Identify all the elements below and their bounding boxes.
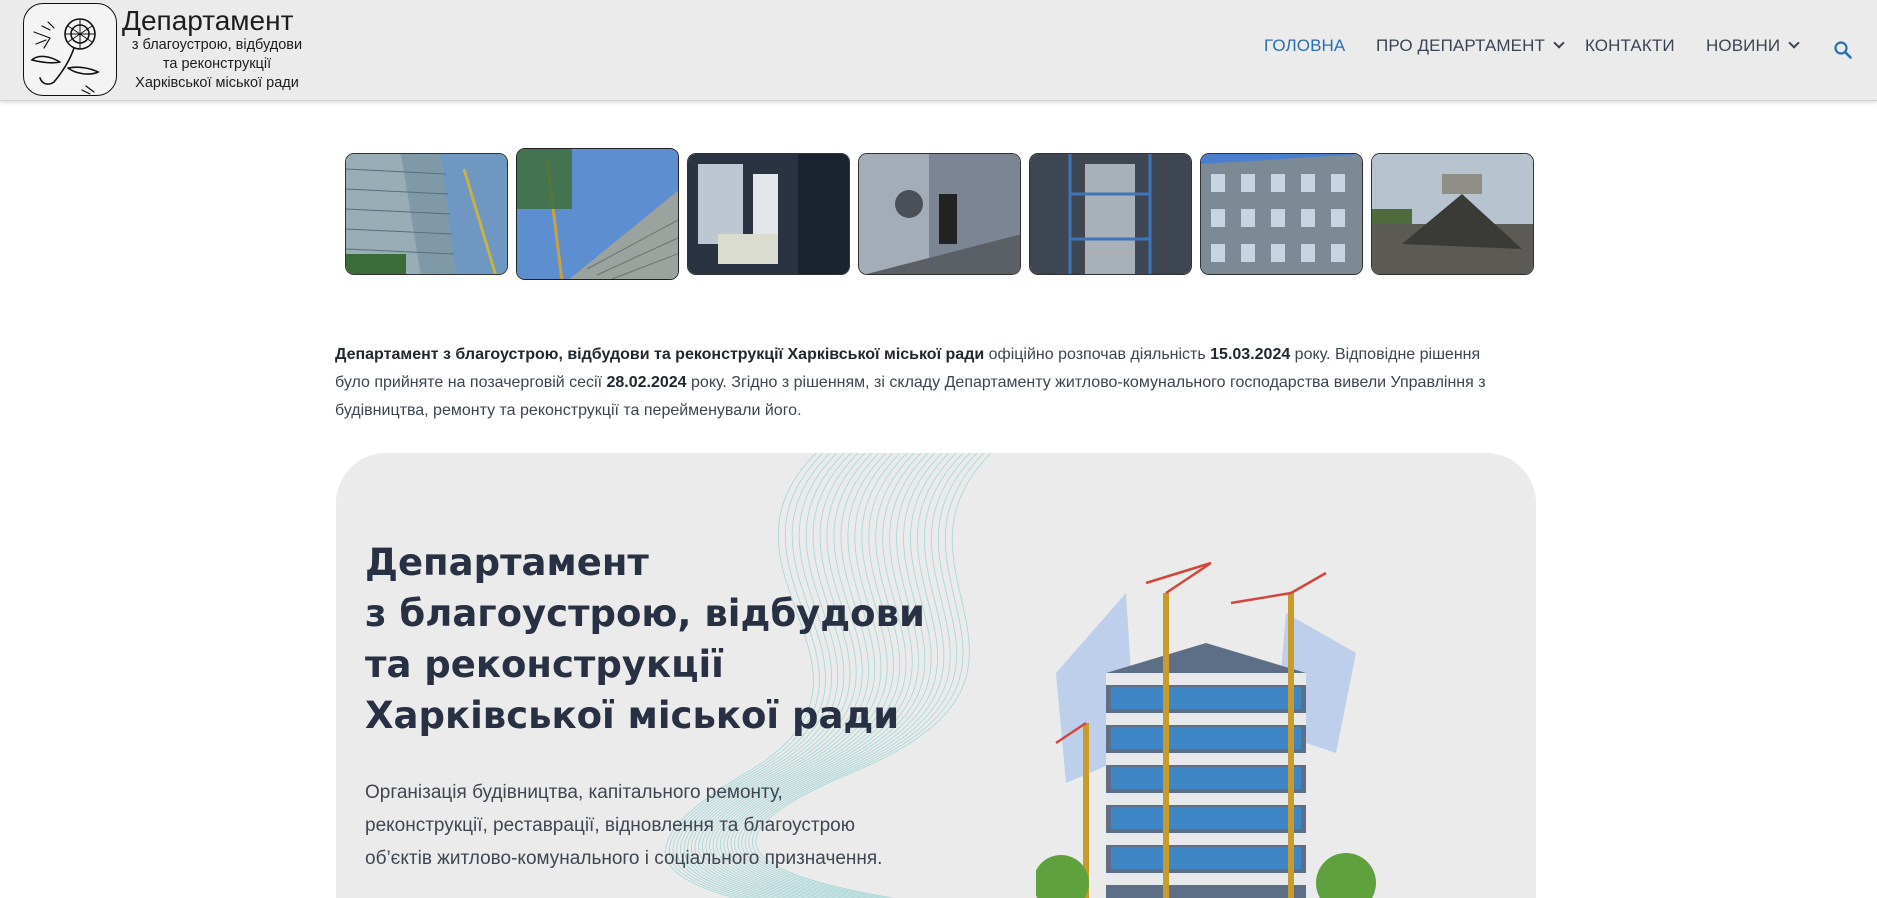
site-header: Департамент з благоустрою, відбудови та … (0, 0, 1877, 101)
search-icon[interactable] (1833, 40, 1853, 60)
gallery-thumbnail[interactable] (687, 153, 850, 275)
photo-gallery (345, 148, 1534, 282)
hero-title-line: з благоустрою, відбудови (365, 592, 925, 635)
facade-photo-image (1201, 154, 1362, 274)
ruins-photo-image (1372, 154, 1533, 274)
hero-description-line: Організація будівництва, капітального ре… (365, 782, 783, 803)
logo-subtitle-line: з благоустрою, відбудови (131, 37, 303, 53)
nav-item-home[interactable]: ГОЛОВНА (1264, 36, 1345, 56)
chevron-down-icon (1553, 37, 1565, 49)
intro-paragraph: Департамент з благоустрою, відбудови та … (335, 341, 1495, 425)
hero-title-line: та реконструкції (365, 643, 724, 686)
hero-title-line: Харківської міської ради (365, 694, 900, 737)
gallery-thumbnail-selected[interactable] (516, 148, 679, 280)
hero-title-line: Департамент (365, 541, 649, 584)
hero-title: Департамент з благоустрою, відбудови та … (365, 537, 925, 741)
nav-item-contacts[interactable]: КОНТАКТИ (1585, 36, 1675, 56)
dandelion-emblem-icon (30, 18, 100, 95)
logo-text[interactable]: Департамент з благоустрою, відбудови та … (122, 6, 312, 93)
construction-building-illustration (1036, 561, 1376, 898)
nav-item-label: ГОЛОВНА (1264, 36, 1346, 55)
nav-item-label: КОНТАКТИ (1585, 36, 1675, 55)
gallery-thumbnail[interactable] (858, 153, 1021, 275)
nav-item-label: ПРО ДЕПАРТАМЕНТ (1376, 36, 1545, 55)
building-photo-image (517, 149, 678, 279)
damaged-interior-photo-image (859, 154, 1020, 274)
nav-item-about[interactable]: ПРО ДЕПАРТАМЕНТ (1376, 36, 1565, 56)
logo-subtitle-line: Харківської міської ради (135, 75, 299, 91)
logo-title: Департамент (122, 5, 294, 36)
gallery-thumbnail[interactable] (1200, 153, 1363, 275)
intro-start-date: 15.03.2024 (1210, 346, 1291, 363)
gallery-thumbnail[interactable] (1029, 153, 1192, 275)
hero-description-line: об’єктів житлово-комунального і соціальн… (365, 848, 883, 869)
hero-description-line: реконструкції, реставрації, відновлення … (365, 815, 855, 836)
logo[interactable] (23, 3, 117, 96)
logo-subtitle-line: та реконструкції (162, 56, 272, 72)
hero-description: Організація будівництва, капітального ре… (365, 776, 925, 875)
interior-photo-image (688, 154, 849, 274)
gallery-thumbnail[interactable] (1371, 153, 1534, 275)
intro-org-name: Департамент з благоустрою, відбудови та … (335, 346, 985, 363)
building-photo-image (346, 154, 507, 274)
intro-text: офіційно розпочав діяльність (984, 346, 1211, 363)
nav-item-label: НОВИНИ (1706, 36, 1781, 55)
gallery-thumbnail[interactable] (345, 153, 508, 275)
scaffolding-photo-image (1030, 154, 1191, 274)
hero-card: Департамент з благоустрою, відбудови та … (336, 453, 1536, 898)
nav-item-news[interactable]: НОВИНИ (1706, 36, 1800, 56)
intro-session-date: 28.02.2024 (606, 374, 687, 391)
chevron-down-icon (1788, 37, 1800, 49)
